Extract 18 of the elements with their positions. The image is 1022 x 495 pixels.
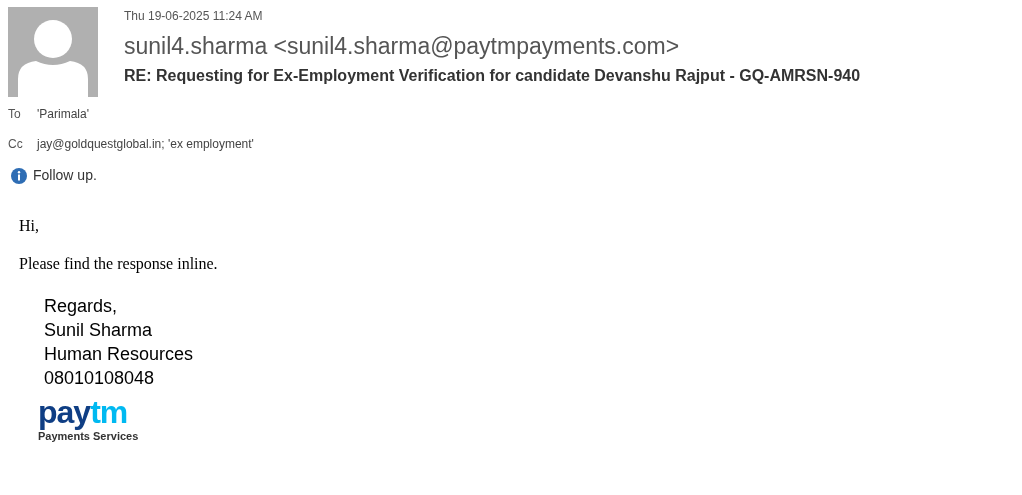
signature-line: Sunil Sharma (44, 319, 154, 342)
logo-wordmark: paytm (38, 396, 129, 428)
recipient-value: 'Parimala' (37, 106, 89, 123)
signature-line: Human Resources (44, 343, 195, 366)
avatar-icon (8, 7, 98, 97)
signature-line: Regards, (44, 295, 119, 318)
message-date: Thu 19-06-2025 11:24 AM (124, 9, 264, 23)
info-icon (11, 167, 27, 184)
subject-line: RE: Requesting for Ex-Employment Verification for candidate Devanshu Rajput - GQ-AMRSN-940 (124, 66, 861, 86)
sender-name: sunil4.sharma <sunil4.sharma@paytmpayments.com> (124, 32, 681, 60)
body-paragraph: Hi, (19, 216, 40, 236)
signature-line: 08010108048 (44, 367, 156, 390)
info-text: Follow up. (33, 166, 97, 185)
logo-tagline: Payments Services (38, 430, 140, 443)
recipient-label: Cc (8, 136, 24, 153)
recipient-value: jay@goldquestglobal.in; 'ex employment' (37, 136, 254, 153)
body-paragraph: Please find the response inline. (19, 254, 219, 274)
recipient-label: To (8, 106, 22, 123)
